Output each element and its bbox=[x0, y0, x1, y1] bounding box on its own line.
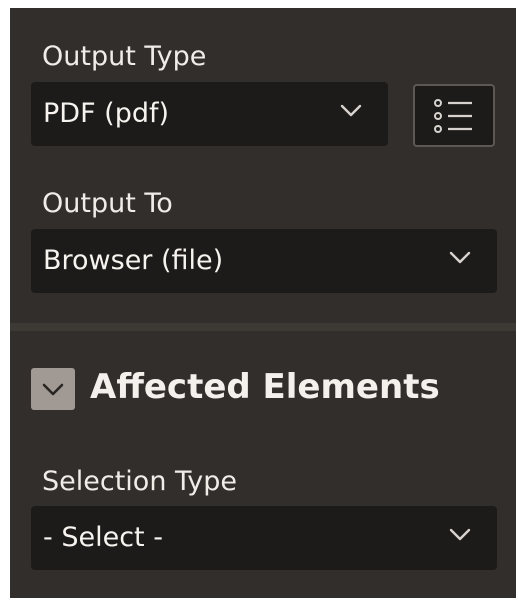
output-type-value: PDF (pdf) bbox=[43, 98, 170, 129]
chevron-down-icon bbox=[340, 104, 362, 117]
page-margin bbox=[0, 598, 518, 612]
chevron-down-icon bbox=[449, 528, 471, 541]
affected-elements-toggle[interactable] bbox=[31, 368, 75, 410]
chevron-down-icon bbox=[449, 251, 471, 264]
output-type-select[interactable]: PDF (pdf) bbox=[31, 82, 388, 146]
output-to-label: Output To bbox=[42, 188, 173, 219]
output-to-value: Browser (file) bbox=[43, 245, 224, 276]
chevron-down-icon bbox=[42, 383, 64, 396]
list-view-icon bbox=[434, 99, 472, 133]
section-divider bbox=[10, 323, 516, 331]
properties-panel: Output Type PDF (pdf) Output To Browser … bbox=[10, 8, 516, 606]
selection-type-value: - Select - bbox=[43, 522, 163, 553]
output-type-label: Output Type bbox=[42, 41, 207, 72]
selection-type-select[interactable]: - Select - bbox=[31, 506, 497, 570]
list-view-button[interactable] bbox=[413, 84, 495, 147]
affected-elements-heading: Affected Elements bbox=[90, 367, 440, 407]
output-to-select[interactable]: Browser (file) bbox=[31, 229, 497, 293]
selection-type-label: Selection Type bbox=[42, 466, 238, 497]
